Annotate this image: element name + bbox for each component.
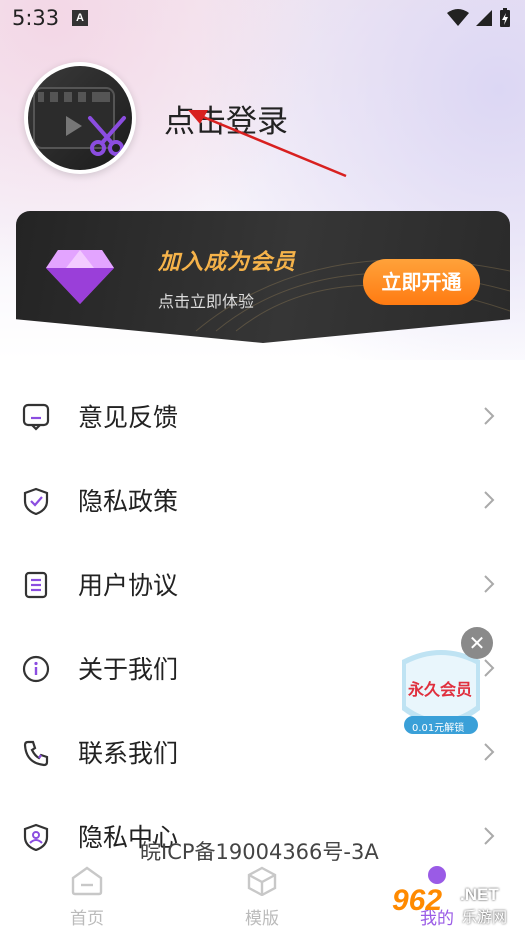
vip-title: 加入成为会员 xyxy=(158,250,297,275)
diamond-icon xyxy=(46,250,114,304)
watermark-text: 乐游网 xyxy=(462,908,508,926)
promo-subtitle: 0.01元解锁 xyxy=(412,723,465,734)
phone-icon xyxy=(23,740,49,767)
menu-item-label: 意见反馈 xyxy=(78,403,179,432)
status-time: 5:33 xyxy=(12,6,60,30)
watermark-number: 962 xyxy=(392,884,443,917)
tab-label: 模版 xyxy=(245,909,279,929)
watermark-net: .NET xyxy=(460,885,499,904)
tab-home[interactable]: 首页 xyxy=(52,866,122,929)
tab-label: 首页 xyxy=(70,909,104,929)
chevron-right-icon xyxy=(484,491,495,509)
chevron-right-icon xyxy=(484,827,495,845)
menu-item-privacy-policy[interactable]: 隐私政策 xyxy=(0,460,525,544)
battery-icon xyxy=(500,8,510,27)
menu-item-label: 关于我们 xyxy=(78,655,179,684)
menu-item-label: 隐私政策 xyxy=(78,487,179,516)
arrow-annotation-icon xyxy=(188,110,347,178)
home-icon xyxy=(71,866,103,896)
menu-item-user-agreement[interactable]: 用户协议 xyxy=(0,544,525,628)
vip-subtitle: 点击立即体验 xyxy=(158,292,255,311)
shield-check-icon xyxy=(23,487,49,515)
tab-templates[interactable]: 模版 xyxy=(227,866,297,929)
info-icon xyxy=(22,655,50,683)
app-logo-icon xyxy=(28,66,132,170)
feedback-icon xyxy=(22,403,50,431)
document-icon xyxy=(24,571,48,599)
promo-title: 永久会员 xyxy=(408,680,473,699)
close-icon[interactable]: ✕ xyxy=(461,627,493,659)
chevron-right-icon xyxy=(484,575,495,593)
chevron-right-icon xyxy=(484,407,495,425)
avatar[interactable] xyxy=(24,62,136,174)
privacy-user-icon xyxy=(23,823,49,851)
notification-a-icon: A xyxy=(72,10,88,26)
menu-item-feedback[interactable]: 意见反馈 xyxy=(0,376,525,460)
chevron-right-icon xyxy=(484,743,495,761)
wifi-icon xyxy=(447,9,469,26)
menu-item-label: 联系我们 xyxy=(78,739,179,768)
signal-icon xyxy=(476,10,492,26)
cube-icon xyxy=(247,866,277,897)
menu-item-label: 用户协议 xyxy=(78,571,179,600)
status-bar: 5:33 A xyxy=(0,0,525,36)
activate-vip-button[interactable]: 立即开通 xyxy=(363,259,480,305)
